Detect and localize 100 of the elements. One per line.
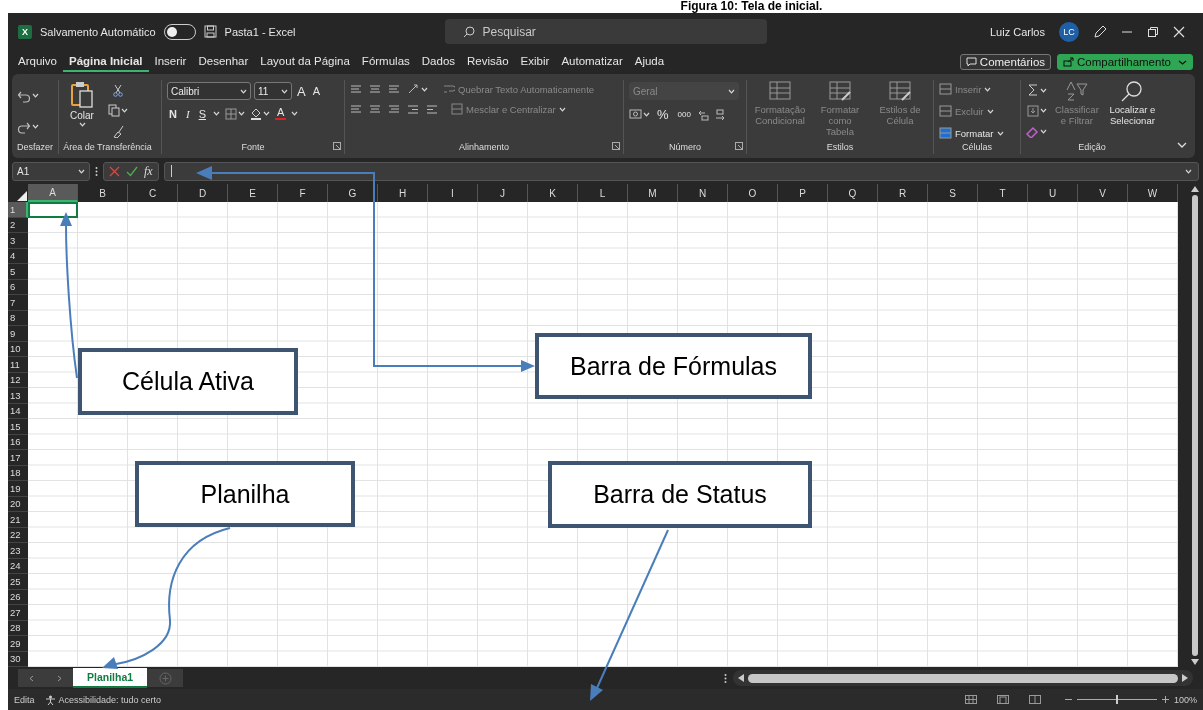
ribbon-tab[interactable]: Fórmulas — [355, 52, 416, 72]
bold-button[interactable]: N — [167, 107, 179, 120]
ribbon-tab[interactable]: Página Inicial — [63, 52, 149, 72]
copy-icon[interactable] — [108, 104, 120, 118]
page-break-icon[interactable] — [1028, 695, 1041, 704]
ribbon-tab[interactable]: Arquivo — [12, 52, 63, 72]
ribbon-tab[interactable]: Dados — [415, 52, 462, 72]
underline-button[interactable]: S — [196, 107, 208, 120]
accessibility-icon[interactable] — [44, 694, 56, 705]
user-name: Luiz Carlos — [989, 25, 1045, 38]
align-left-icon[interactable] — [350, 103, 362, 115]
caret-icon — [121, 108, 128, 114]
currency-icon[interactable] — [629, 109, 642, 120]
ribbon-tab[interactable]: Inserir — [148, 52, 193, 72]
ribbon-tab[interactable]: Automatizar — [555, 52, 629, 72]
collapse-ribbon-icon[interactable] — [1177, 142, 1187, 148]
autosave-toggle[interactable] — [163, 23, 196, 40]
align-right-icon[interactable] — [388, 103, 400, 115]
sheet-tab[interactable]: Planilha1 — [73, 668, 148, 688]
row-header[interactable]: 1 — [8, 202, 28, 218]
ribbon-tab[interactable]: Revisão — [461, 52, 515, 72]
fill-bucket-icon[interactable] — [249, 107, 262, 120]
caret-icon — [32, 93, 39, 98]
scroll-down-icon[interactable] — [1190, 659, 1199, 665]
caret-icon — [558, 106, 566, 112]
formula-input[interactable] — [163, 161, 1199, 181]
figure-caption: Figura 10: Tela de inicial. — [679, 0, 824, 13]
text-orientation-icon[interactable] — [407, 83, 420, 95]
font-size-dropdown[interactable]: 11 — [254, 82, 292, 100]
app-logo: X — [18, 24, 32, 39]
insert-function-button[interactable]: fx — [144, 163, 153, 179]
next-sheet-icon[interactable] — [56, 674, 62, 682]
zoom-in-icon[interactable] — [1161, 696, 1169, 703]
grow-font-button[interactable]: A — [295, 83, 308, 99]
find-select-button[interactable]: Localizar e Selecionar — [1106, 80, 1158, 142]
cell-styles-icon — [888, 80, 912, 102]
page-layout-icon[interactable] — [996, 695, 1009, 704]
eraser-icon[interactable] — [1026, 125, 1039, 138]
previous-sheet-icon[interactable] — [29, 674, 35, 682]
accessibility-status[interactable]: Acessibilidade: tudo certo — [58, 694, 162, 705]
cancel-icon[interactable] — [109, 165, 120, 177]
search-field[interactable]: Pesquisar — [444, 19, 767, 44]
shrink-font-button[interactable]: A — [310, 85, 322, 97]
caret-icon — [1185, 168, 1192, 174]
dialog-launcher-icon[interactable] — [612, 142, 620, 150]
dialog-launcher-icon[interactable] — [735, 142, 743, 150]
ribbon-tab[interactable]: Layout da Página — [254, 52, 356, 72]
share-button[interactable]: Compartilhamento — [1057, 54, 1193, 70]
group-label: Área de Transferência — [63, 142, 152, 154]
borders-icon[interactable] — [224, 107, 237, 120]
check-icon[interactable] — [126, 165, 138, 177]
align-middle-icon[interactable] — [369, 83, 381, 95]
group-label: Estilos — [825, 142, 855, 154]
caret-icon — [643, 112, 650, 117]
scroll-up-icon[interactable] — [1190, 186, 1199, 192]
align-top-icon[interactable] — [350, 83, 362, 95]
caret-icon — [421, 86, 428, 92]
dialog-launcher-icon[interactable] — [333, 142, 341, 150]
pen-icon[interactable] — [1093, 24, 1107, 39]
caret-icon — [212, 111, 220, 116]
search-icon — [462, 26, 475, 38]
brush-icon[interactable] — [112, 125, 124, 139]
paste-button[interactable]: Colar — [64, 80, 100, 142]
status-mode: Edita — [14, 694, 35, 705]
thousands-button[interactable]: 000 — [675, 110, 693, 119]
italic-button[interactable]: I — [183, 107, 192, 120]
sum-icon[interactable] — [1026, 84, 1039, 97]
autosave-label: Salvamento Automático — [40, 25, 156, 38]
column-header[interactable]: A — [28, 184, 78, 202]
scroll-right-icon[interactable] — [1182, 674, 1188, 682]
more-options-icon[interactable] — [95, 165, 98, 177]
font-color-button[interactable]: A — [274, 107, 287, 120]
restore-icon[interactable] — [1147, 25, 1159, 38]
decrease-decimal-icon[interactable] — [714, 108, 727, 121]
decrease-indent-icon[interactable] — [407, 103, 419, 115]
align-center-icon[interactable] — [369, 103, 381, 115]
active-cell[interactable] — [28, 202, 78, 218]
align-bottom-icon[interactable] — [388, 83, 400, 95]
font-name-dropdown[interactable]: Calibri — [167, 82, 251, 100]
more-options-icon[interactable] — [724, 672, 727, 684]
user-avatar[interactable]: LC — [1059, 21, 1079, 42]
ribbon-tab[interactable]: Exibir — [514, 52, 556, 72]
ribbon-tab[interactable]: Desenhar — [192, 52, 255, 72]
scroll-left-icon[interactable] — [738, 674, 744, 682]
zoom-slider-thumb[interactable] — [1115, 695, 1118, 704]
ribbon-tab[interactable]: Ajuda — [628, 52, 671, 72]
caret-icon — [1039, 87, 1047, 93]
save-icon[interactable] — [203, 25, 217, 38]
increase-decimal-icon[interactable] — [697, 108, 710, 121]
close-icon[interactable] — [1173, 25, 1185, 38]
percent-button[interactable]: % — [655, 107, 671, 122]
normal-view-icon[interactable] — [964, 695, 977, 704]
horizontal-scrollbar[interactable] — [733, 670, 1193, 686]
fill-down-icon[interactable] — [1026, 105, 1039, 117]
increase-indent-icon[interactable] — [426, 103, 438, 115]
zoom-out-icon[interactable] — [1064, 696, 1072, 703]
scissors-icon[interactable] — [112, 83, 124, 97]
name-box[interactable]: A1 — [12, 161, 90, 181]
comments-button[interactable]: Comentários — [959, 54, 1052, 70]
cells-button[interactable]: Formatar — [939, 127, 1004, 139]
